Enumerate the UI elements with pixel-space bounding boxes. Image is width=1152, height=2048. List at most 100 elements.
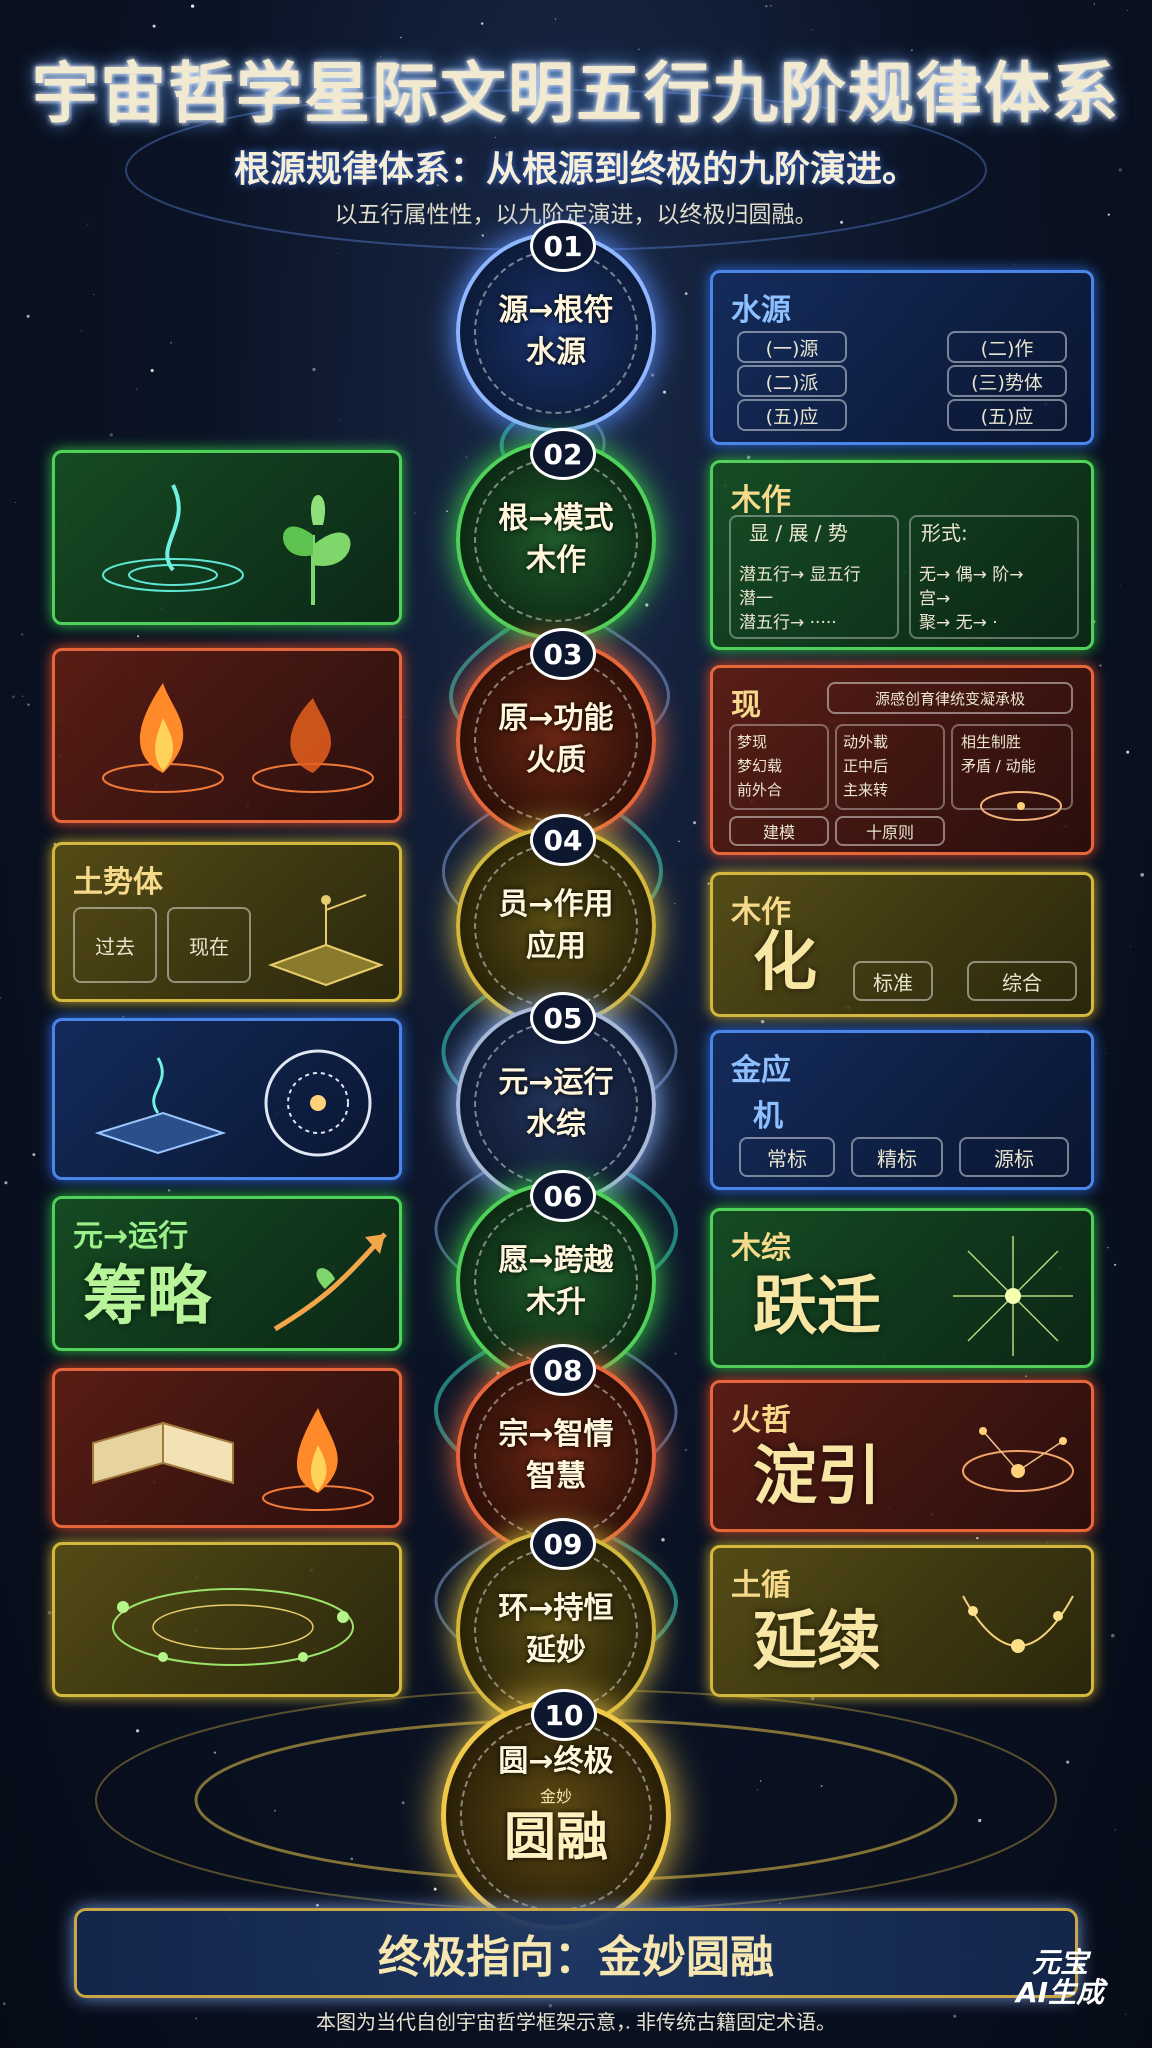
big-char: 化 (753, 926, 817, 1000)
chip: 过去 (73, 907, 157, 983)
stage-line2: 延妙 (526, 1633, 586, 1668)
chip: (二)作 (947, 331, 1067, 363)
stage-line2: 木作 (526, 543, 586, 578)
panel-earth-orbit-illustration (52, 1542, 402, 1697)
panel-water-plant-illustration (52, 450, 402, 625)
big-text: 延续 (753, 1605, 881, 1679)
line: 潜五行→ 显五行 (739, 565, 861, 585)
panel-fire-illustration (52, 648, 402, 823)
stage-number: 08 (530, 1344, 596, 1396)
panel-water-mechanism (52, 1018, 402, 1180)
chip: 综合 (967, 961, 1077, 1001)
chip: (一)源 (737, 331, 847, 363)
constellation-icon (962, 1427, 1074, 1492)
panel-title: 木作 (731, 483, 791, 518)
flame-icon (102, 683, 374, 793)
panel-earth-cycle: 土循 延续 (710, 1545, 1094, 1697)
stage-orb-03[interactable]: 03 原→功能 火质 (456, 628, 656, 840)
chip: (二)派 (737, 365, 847, 397)
chip: 标准 (853, 961, 933, 1001)
line: 梦现 (737, 733, 768, 751)
arrow-sprout-icon (273, 1232, 387, 1332)
panel-title: 木作 (731, 895, 791, 930)
chip: 精标 (851, 1137, 943, 1177)
water-and-leaf-icon (102, 484, 351, 605)
stage-line2: 水源 (526, 335, 586, 370)
chip: 十原则 (835, 816, 945, 846)
line: 潜一 (739, 589, 773, 609)
chip: 现在 (167, 907, 251, 983)
big-text: 淀引 (753, 1440, 881, 1514)
stage-line2: 火质 (526, 743, 586, 778)
line: 主来转 (843, 781, 889, 799)
panel-earth-transform: 木作 化 标准 综合 (710, 872, 1094, 1017)
stage-orb-02[interactable]: 02 根→模式 木作 (456, 428, 656, 640)
page-title: 宇宙哲学星际文明五行九阶规律体系 (32, 55, 1120, 132)
chip: (五)应 (737, 399, 847, 431)
stage-number: 05 (530, 992, 596, 1044)
chip: (五)应 (947, 399, 1067, 431)
stage-line2: 水综 (526, 1107, 586, 1142)
stage-line2: 应用 (526, 929, 586, 964)
stage-line2: 木升 (526, 1285, 586, 1320)
chip: 源标 (959, 1137, 1069, 1177)
orbit-icon (980, 791, 1062, 821)
stage-orb-10[interactable]: 10 圆→终极 金妙 圆融 (441, 1689, 671, 1930)
stage-number: 09 (530, 1518, 596, 1570)
stage-line2: 智慧 (526, 1459, 586, 1494)
stage-line1: 环→持恒 (498, 1591, 614, 1626)
line: 无→ 偶→ 阶→ (919, 565, 1024, 585)
stage-number: 04 (530, 814, 596, 866)
stage-line1b: 金妙 (539, 1787, 572, 1806)
line: 宫→ (919, 589, 951, 609)
line: 相生制胜 (961, 733, 1022, 751)
form-label: 形式: (921, 521, 968, 545)
line: 梦幻载 (737, 757, 783, 775)
stage-line1: 原→功能 (498, 701, 614, 736)
starburst-icon (953, 1236, 1073, 1356)
stage-line1: 宗→智情 (498, 1417, 614, 1452)
stage-orb-01[interactable]: 01 源→根符 水源 (456, 220, 656, 432)
ultimate-direction-banner: 终极指向：金妙圆融 (74, 1908, 1078, 1998)
panel-wood-work: 木作 显 / 展 / 势 形式: 潜五行→ 显五行 潜一 潜五行→ ····· … (710, 460, 1094, 650)
chip: 建模 (729, 816, 829, 846)
line: 潜五行→ ····· (739, 613, 837, 633)
line: 矛盾 / 动能 (961, 757, 1036, 775)
chip: 源感创育律统变凝承极 (827, 682, 1073, 714)
panel-subtitle: 机 (753, 1099, 783, 1134)
line: 动外載 (843, 733, 889, 751)
panel-fire-philosophy: 火哲 淀引 (710, 1380, 1094, 1532)
stage-line1: 愿→跨越 (498, 1243, 614, 1278)
line: 前外合 (737, 781, 783, 799)
stage-line2: 圆融 (503, 1808, 608, 1868)
orbit-ring-icon (112, 1588, 354, 1666)
big-text: 筹略 (83, 1260, 211, 1334)
panel-title: 金应 (731, 1053, 791, 1088)
panel-fire-manifest: 现 源感创育律统变凝承极 梦现 梦幻载 前外合 动外載 正中后 主来转 相生制胜… (710, 665, 1094, 855)
stage-number: 06 (530, 1170, 596, 1222)
stage-number: 03 (530, 628, 596, 680)
chip: (三)势体 (947, 365, 1067, 397)
book-and-flame-icon (92, 1408, 374, 1511)
stage-line1: 源→根符 (498, 293, 614, 328)
arc-nodes-icon (962, 1595, 1074, 1653)
line: 正中后 (843, 757, 889, 775)
stage-number: 01 (530, 220, 596, 272)
page-subtitle: 根源规律体系：从根源到终极的九阶演进。 (233, 149, 918, 190)
panel-title: 水源 (731, 293, 791, 328)
big-text: 跃迁 (753, 1270, 881, 1344)
panel-metal-response: 金应 机 常标 精标 源标 (710, 1030, 1094, 1190)
panel-wood-synthesis: 木综 跃迁 (710, 1208, 1094, 1368)
platform-icon (268, 894, 384, 987)
disclaimer-note: 本图为当代自创宇宙哲学框架示意，非传统古籍固定术语。 (316, 2010, 836, 2034)
stage-line1: 根→模式 (498, 501, 614, 536)
tags: 显 / 展 / 势 (749, 521, 848, 545)
stage-line1: 元→运行 (498, 1065, 614, 1100)
stage-number: 02 (530, 428, 596, 480)
panel-book-fire-illustration (52, 1368, 402, 1528)
panel-earth-momentum: 土势体 过去 现在 (52, 842, 402, 1002)
ai-generated-watermark: 元宝 AI生成 (1016, 1946, 1105, 2009)
chip: 常标 (739, 1137, 835, 1177)
stage-number: 10 (531, 1689, 597, 1741)
stage-line1: 员→作用 (498, 887, 614, 922)
